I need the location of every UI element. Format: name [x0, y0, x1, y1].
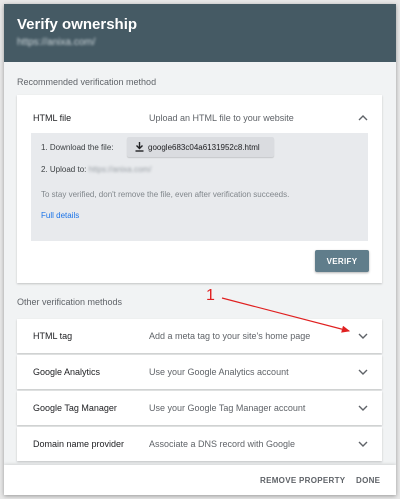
dialog-title: Verify ownership — [17, 16, 138, 33]
method-row-google-analytics[interactable]: Google Analytics Use your Google Analyti… — [17, 355, 382, 389]
full-details-link[interactable]: Full details — [41, 211, 79, 220]
html-file-description: Upload an HTML file to your website — [149, 113, 294, 123]
other-methods-section-label: Other verification methods — [17, 297, 123, 307]
method-description: Use your Google Analytics account — [149, 367, 289, 377]
verify-ownership-dialog: Verify ownership https://anixa.com/ Reco… — [4, 4, 396, 495]
html-file-title[interactable]: HTML file — [33, 113, 71, 123]
done-button[interactable]: DONE — [356, 476, 380, 485]
method-row-html-tag[interactable]: HTML tag Add a meta tag to your site's h… — [17, 319, 382, 353]
method-row-domain-name-provider[interactable]: Domain name provider Associate a DNS rec… — [17, 427, 382, 461]
chevron-up-icon[interactable] — [357, 112, 369, 124]
html-file-instructions: 1. Download the file: google683c04a61319… — [31, 133, 368, 241]
method-title: Domain name provider — [33, 439, 125, 449]
step-download-label: 1. Download the file: — [41, 143, 114, 152]
annotation-number: 1 — [206, 287, 215, 304]
step-upload-label: 2. Upload to: — [41, 165, 87, 174]
chevron-down-icon[interactable] — [357, 330, 369, 342]
dialog-footer: REMOVE PROPERTY DONE — [4, 465, 396, 495]
dialog-header: Verify ownership https://anixa.com/ — [4, 4, 396, 62]
html-file-card: HTML file Upload an HTML file to your we… — [17, 95, 382, 283]
chevron-down-icon[interactable] — [357, 402, 369, 414]
download-icon — [135, 142, 144, 152]
download-file-button[interactable]: google683c04a6131952c8.html — [127, 137, 274, 157]
method-description: Add a meta tag to your site's home page — [149, 331, 311, 341]
method-title: Google Analytics — [33, 367, 101, 377]
property-url: https://anixa.com/ — [17, 37, 96, 48]
verify-button[interactable]: VERIFY — [315, 250, 369, 272]
method-description: Associate a DNS record with Google — [149, 439, 296, 449]
remove-property-button[interactable]: REMOVE PROPERTY — [260, 476, 345, 485]
method-row-google-tag-manager[interactable]: Google Tag Manager Use your Google Tag M… — [17, 391, 382, 425]
method-title: Google Tag Manager — [33, 403, 117, 413]
chevron-down-icon[interactable] — [357, 366, 369, 378]
method-description: Use your Google Tag Manager account — [149, 403, 306, 413]
recommended-section-label: Recommended verification method — [17, 77, 157, 87]
upload-url: https://anixa.com/ — [88, 165, 152, 174]
download-file-name: google683c04a6131952c8.html — [148, 142, 260, 152]
stay-verified-note: To stay verified, don't remove the file,… — [41, 190, 290, 199]
method-title: HTML tag — [33, 331, 73, 341]
step-upload: 2. Upload to: https://anixa.com/ — [41, 165, 151, 174]
chevron-down-icon[interactable] — [357, 438, 369, 450]
